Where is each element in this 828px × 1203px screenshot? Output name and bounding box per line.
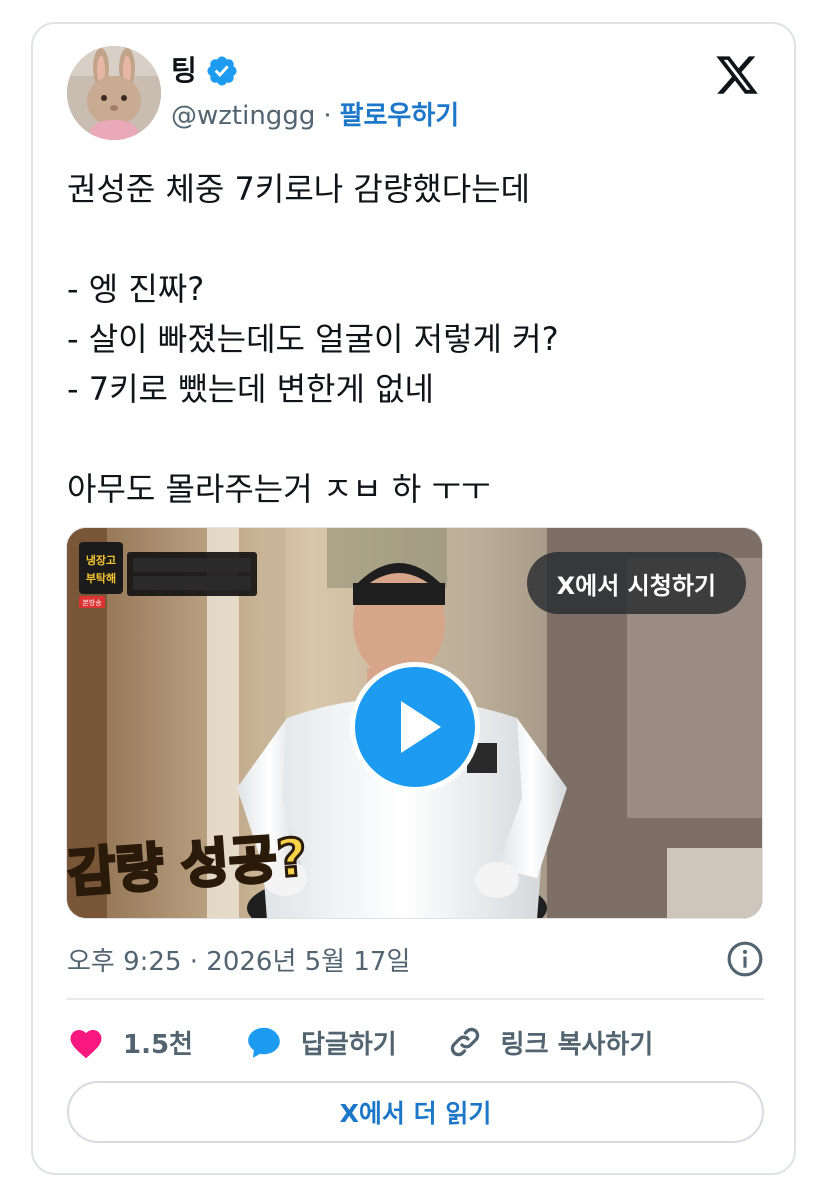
video-thumbnail[interactable]: 냉장고 부탁해 본방송 감량 성공? X에서 시청하기 [66,527,763,919]
author-name[interactable]: 팅 [171,54,197,88]
tweet-card: 팅 @wztinggg · 팔로우하기 권성준 체중 7키로나 감량했다는데 -… [31,22,796,1175]
x-logo-icon[interactable] [714,52,760,98]
svg-text:본방송: 본방송 [82,598,102,607]
play-icon [401,701,441,753]
read-more-button[interactable]: X에서 더 읽기 [67,1081,764,1143]
tweet-text: 권성준 체중 7키로나 감량했다는데 - 엥 진짜? - 살이 빠졌는데도 얼굴… [67,170,559,508]
avatar-image [67,46,161,140]
link-icon [450,1027,479,1057]
avatar[interactable] [67,46,161,140]
reply-label: 답글하기 [300,1029,397,1060]
watch-on-x-button[interactable]: X에서 시청하기 [526,552,746,614]
author-name-row: 팅 [171,54,239,88]
svg-text:냉장고: 냉장고 [86,553,116,567]
svg-text:부탁해: 부탁해 [86,571,116,585]
divider [67,998,764,1000]
reply-button[interactable]: 답글하기 [245,1024,397,1061]
handle-row: @wztinggg · 팔로우하기 [171,100,459,132]
like-count: 1.5천 [123,1029,193,1060]
author-handle[interactable]: @wztinggg [171,100,315,132]
follow-button[interactable]: 팔로우하기 [340,100,460,132]
copy-link-label: 링크 복사하기 [500,1029,654,1060]
timestamp[interactable]: 오후 9:25 · 2026년 5월 17일 [67,941,410,978]
info-icon[interactable] [726,940,764,978]
like-button[interactable]: 1.5천 [67,1024,193,1061]
copy-link-button[interactable]: 링크 복사하기 [447,1024,654,1061]
verified-badge-icon [207,56,237,86]
action-bar: 1.5천 답글하기 링크 복사하기 [67,1020,653,1064]
separator-dot: · [323,101,332,131]
reply-bubble-icon [248,1027,280,1058]
play-button[interactable] [350,662,480,792]
timestamp-row: 오후 9:25 · 2026년 5월 17일 [67,938,764,980]
heart-icon [70,1029,102,1059]
